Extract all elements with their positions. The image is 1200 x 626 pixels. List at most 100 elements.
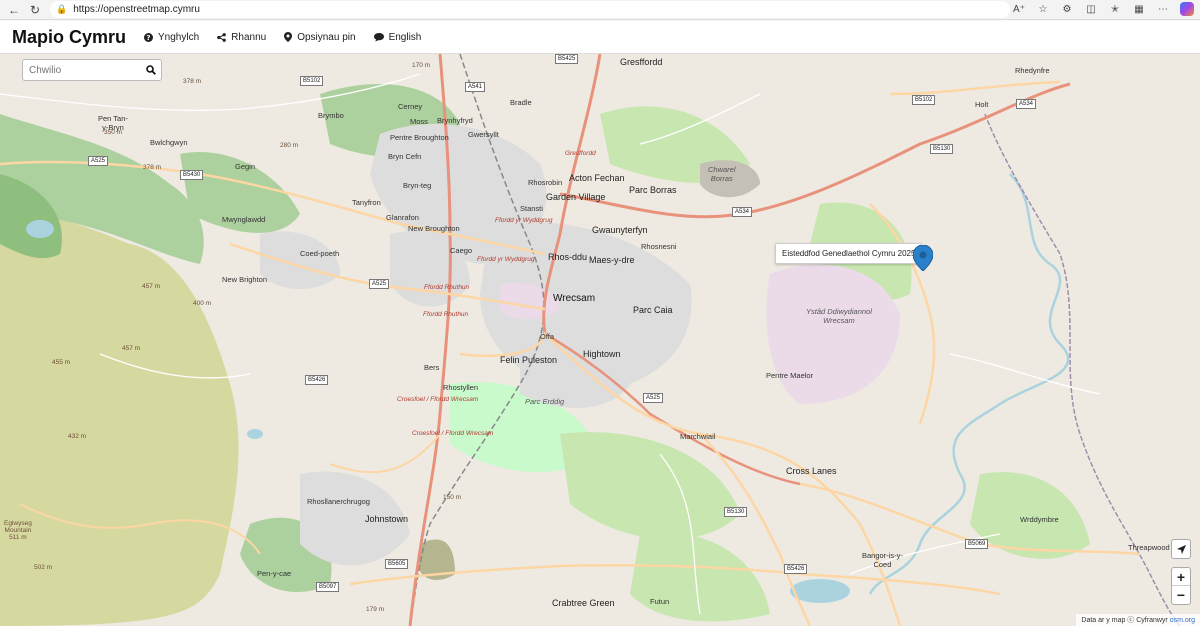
back-icon[interactable]: ← [4,0,24,20]
road-name-label: Croesfoel / Ffordd Wrecsam [412,430,494,437]
map-view[interactable]: Wrecsam Gresffordd Rhedynfre Holt Bradle… [0,54,1200,626]
place-label: Gegin [235,162,256,171]
place-label: Rhosrobin [528,178,563,187]
read-aloud-icon[interactable]: A⁺ [1012,2,1026,16]
address-bar[interactable]: 🔒 https://openstreetmap.cymru [50,1,1010,18]
attribution-link[interactable]: osm.org [1170,617,1195,624]
svg-text:?: ? [146,33,150,42]
more-icon[interactable]: ⋯ [1156,2,1170,16]
search-box [22,59,162,81]
road-name-label: Croesfoel / Ffordd Wrecsam [397,396,479,403]
share-button[interactable]: Rhannu [217,32,266,43]
language-button[interactable]: English [373,31,422,43]
place-label: Maes-y-dre [589,255,635,265]
place-label: New Brighton [222,275,268,284]
browser-actions: A⁺ ☆ ⚙ ◫ ✭ ▦ ⋯ [1012,2,1194,16]
map-pin-icon[interactable] [913,245,933,271]
copilot-icon[interactable] [1180,2,1194,16]
place-label: Parc Borras [629,185,677,195]
place-label: Brynhyfryd [437,116,473,125]
marker-popup[interactable]: Eisteddfod Genedlaethol Cymru 2025 [775,243,923,264]
place-label: Brymbo [318,111,344,120]
place-label: Chwarel Borras [708,165,736,183]
refresh-icon[interactable]: ↻ [25,0,45,20]
road-name-label: Ffordd yr Wyddgrug [495,217,553,224]
place-label: Bangor-is-y- Coed [862,551,903,569]
search-input[interactable] [29,64,141,76]
place-label: Futun [650,597,670,606]
zoom-control: + − [1171,567,1191,605]
height-label: 432 m [68,433,87,440]
height-label: 400 m [193,300,212,307]
road-name-label: Gresffordd [565,150,596,157]
place-label: Mwynglawdd [222,215,266,224]
place-label: Pentre Broughton [390,133,449,142]
road-name-label: Ffordd Rhuthun [423,311,469,318]
place-label: Tanyfron [352,198,381,207]
height-label: 455 m [52,359,71,366]
road-shield: A534 [1016,99,1037,109]
place-label: Parc Erddig [525,397,565,406]
place-label: Bradle [510,98,532,107]
road-shield: B5102 [300,76,324,86]
place-label: Cerney [398,102,423,111]
place-label: Glanrafon [386,213,419,222]
place-label: Bryn-teg [403,181,432,190]
road-shield: B5430 [180,170,204,180]
place-label: Hightown [583,349,621,359]
share-icon [217,32,226,42]
place-label: Pentre Maelor [766,371,814,380]
road-shield: A525 [369,279,390,289]
share-label: Rhannu [231,31,267,43]
attribution-text: Data ar y map ⓒ Cyfranwyr [1081,617,1168,624]
road-shield: B5097 [316,582,340,592]
road-name-label: Ffordd yr Wyddgrug [477,256,535,263]
road-shield: B5605 [385,559,409,569]
speech-bubble-icon [373,32,384,42]
place-label: Parc Caia [633,305,673,315]
help-button[interactable]: ? Ynghylch [144,32,199,43]
road-shield: B5130 [724,507,748,517]
place-label: Johnstown [365,514,409,524]
language-label: English [388,31,422,43]
road-name-label: Ffordd Rhuthun [424,284,470,291]
height-label: 378 m [143,164,162,171]
sidebar-icon[interactable]: ◫ [1084,2,1098,16]
pin-options-button[interactable]: Opsiynau pin [284,32,356,43]
height-label: 457 m [142,283,161,290]
help-label: Ynghylch [158,31,200,43]
height-label: 179 m [366,606,385,613]
peak-label: Eglwyseg Mountain 511 m [4,520,32,541]
map-pin-icon [284,32,293,42]
search-icon[interactable] [141,65,161,75]
height-label: 350 m [104,129,123,136]
locate-button[interactable] [1171,539,1191,559]
place-label: Gwersyllt [468,130,499,139]
zoom-out-button[interactable]: − [1172,586,1190,604]
favorite-star-icon[interactable]: ☆ [1036,2,1050,16]
place-label: Caego [450,246,473,255]
place-label: New Broughton [408,224,460,233]
collections-icon[interactable]: ▦ [1132,2,1146,16]
app-header: Mapio Cymru ? Ynghylch Rhannu Opsiynau p… [0,21,1200,54]
place-label: Bryn Cefn [388,152,422,161]
road-shield: B5425 [555,54,579,64]
place-label: Crabtree Green [552,598,615,608]
place-label: Wrecsam [553,293,596,304]
place-label: Wrddymbre [1020,515,1059,524]
place-label: Gwaunyterfyn [592,225,648,235]
place-label: Bers [424,363,440,372]
favorites-icon[interactable]: ✭ [1108,2,1122,16]
place-label: Moss [410,117,428,126]
place-label: Coed-poeth [300,249,340,258]
zoom-in-button[interactable]: + [1172,568,1190,586]
place-label: Rhedynfre [1015,66,1050,75]
road-shield: A525 [88,156,109,166]
place-label: Rhosllanerchrugog [307,497,370,506]
place-label: Garden Village [546,192,606,202]
height-label: 457 m [122,345,141,352]
place-label: Bwlchgwyn [150,138,188,147]
height-label: 378 m [183,78,202,85]
extensions-icon[interactable]: ⚙ [1060,2,1074,16]
road-shield: B5102 [912,95,936,105]
